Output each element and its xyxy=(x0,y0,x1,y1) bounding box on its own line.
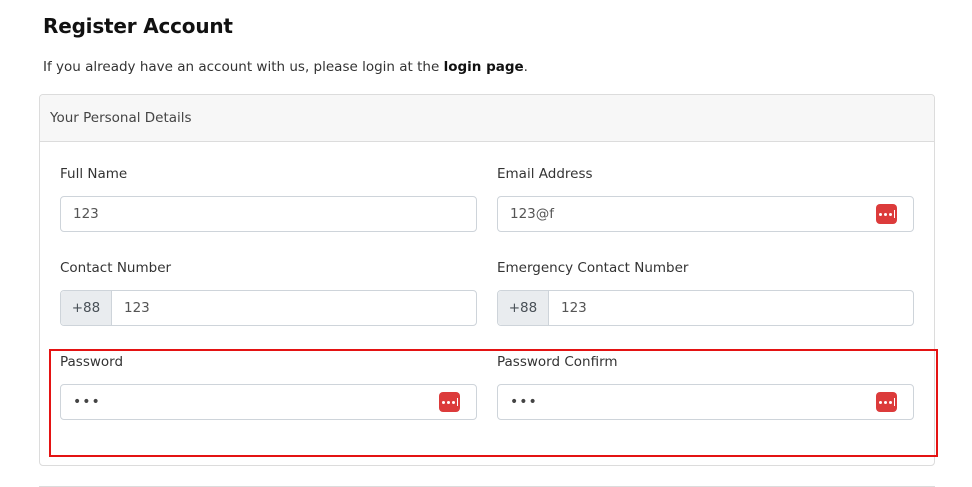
email-value: 123@f xyxy=(510,206,555,222)
email-label: Email Address xyxy=(497,166,593,182)
emergency-contact-label: Emergency Contact Number xyxy=(497,260,689,276)
full-name-value: 123 xyxy=(73,206,99,222)
country-code-addon: +88 xyxy=(61,291,112,325)
contact-number-label: Contact Number xyxy=(60,260,172,276)
full-name-label: Full Name xyxy=(60,166,128,182)
card-header: Your Personal Details xyxy=(40,95,934,142)
intro-suffix: . xyxy=(523,59,528,75)
login-intro: If you already have an account with us, … xyxy=(43,59,528,75)
emergency-contact-value: 123 xyxy=(561,300,587,316)
page-title: Register Account xyxy=(43,14,233,38)
full-name-input[interactable]: 123 xyxy=(60,196,477,232)
contact-number-input[interactable]: +88 123 xyxy=(60,290,477,326)
intro-text: If you already have an account with us, … xyxy=(43,59,444,75)
emergency-contact-input[interactable]: +88 123 xyxy=(497,290,914,326)
login-page-link[interactable]: login page xyxy=(444,59,524,75)
password-manager-icon[interactable] xyxy=(876,204,897,224)
email-input[interactable]: 123@f xyxy=(497,196,914,232)
country-code-addon: +88 xyxy=(498,291,549,325)
contact-number-value: 123 xyxy=(124,300,150,316)
password-highlight-box xyxy=(49,349,938,457)
